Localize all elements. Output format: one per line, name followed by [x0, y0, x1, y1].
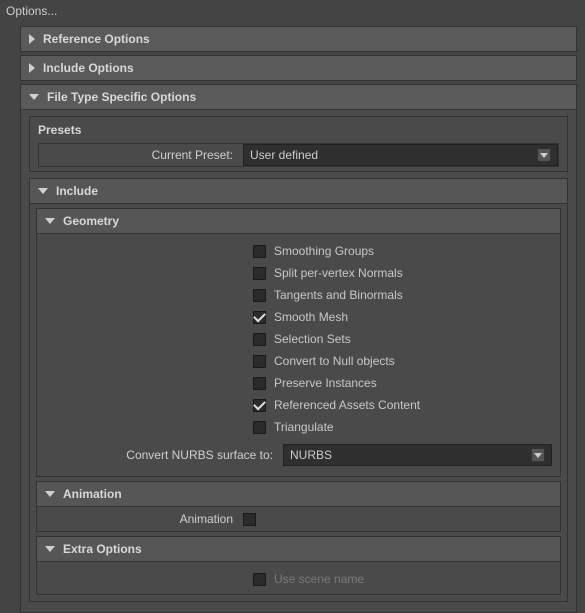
selection-sets-checkbox[interactable] — [253, 333, 266, 346]
use-scene-name-checkbox[interactable] — [253, 573, 266, 586]
triangulate-label: Triangulate — [274, 420, 334, 434]
chevron-down-icon — [38, 188, 48, 194]
animation-label: Animation — [37, 509, 237, 529]
chevron-down-icon — [45, 218, 55, 224]
include-header[interactable]: Include — [29, 178, 568, 204]
chevron-down-icon — [45, 491, 55, 497]
chevron-down-icon — [29, 94, 39, 100]
geometry-title: Geometry — [63, 214, 119, 228]
triangulate-checkbox[interactable] — [253, 421, 266, 434]
reference-options-title: Reference Options — [43, 32, 150, 46]
chevron-right-icon — [29, 34, 35, 44]
animation-checkbox[interactable] — [243, 513, 256, 526]
dropdown-arrow-icon — [537, 148, 551, 162]
chevron-down-icon — [45, 546, 55, 552]
referenced-assets-checkbox[interactable] — [253, 399, 266, 412]
extra-options-title: Extra Options — [63, 542, 142, 556]
presets-panel: Presets Current Preset: User defined — [29, 116, 568, 172]
tangents-binormals-label: Tangents and Binormals — [274, 288, 403, 302]
tangents-binormals-checkbox[interactable] — [253, 289, 266, 302]
include-options-title: Include Options — [43, 61, 134, 75]
file-type-options-header[interactable]: File Type Specific Options — [20, 84, 577, 110]
include-title: Include — [56, 184, 98, 198]
convert-nurbs-label: Convert NURBS surface to: — [45, 448, 277, 462]
geometry-header[interactable]: Geometry — [36, 208, 561, 234]
current-preset-label: Current Preset: — [39, 144, 237, 166]
extra-options-header[interactable]: Extra Options — [36, 536, 561, 562]
preserve-instances-label: Preserve Instances — [274, 376, 377, 390]
smoothing-groups-label: Smoothing Groups — [274, 244, 374, 258]
current-preset-value: User defined — [250, 148, 318, 162]
split-normals-checkbox[interactable] — [253, 267, 266, 280]
animation-title: Animation — [63, 487, 122, 501]
smooth-mesh-label: Smooth Mesh — [274, 310, 348, 324]
window-title: Options... — [0, 0, 585, 22]
referenced-assets-label: Referenced Assets Content — [274, 398, 420, 412]
convert-null-label: Convert to Null objects — [274, 354, 395, 368]
reference-options-header[interactable]: Reference Options — [20, 26, 577, 52]
smooth-mesh-checkbox[interactable] — [253, 311, 266, 324]
dropdown-arrow-icon — [531, 448, 545, 462]
convert-nurbs-value: NURBS — [290, 448, 332, 462]
file-type-options-title: File Type Specific Options — [47, 90, 196, 104]
include-options-header[interactable]: Include Options — [20, 55, 577, 81]
animation-header[interactable]: Animation — [36, 481, 561, 507]
preserve-instances-checkbox[interactable] — [253, 377, 266, 390]
smoothing-groups-checkbox[interactable] — [253, 245, 266, 258]
chevron-right-icon — [29, 63, 35, 73]
presets-title: Presets — [38, 121, 559, 143]
selection-sets-label: Selection Sets — [274, 332, 351, 346]
current-preset-dropdown[interactable]: User defined — [243, 144, 558, 166]
use-scene-name-label: Use scene name — [274, 572, 364, 586]
convert-null-checkbox[interactable] — [253, 355, 266, 368]
split-normals-label: Split per-vertex Normals — [274, 266, 403, 280]
convert-nurbs-dropdown[interactable]: NURBS — [283, 444, 552, 466]
